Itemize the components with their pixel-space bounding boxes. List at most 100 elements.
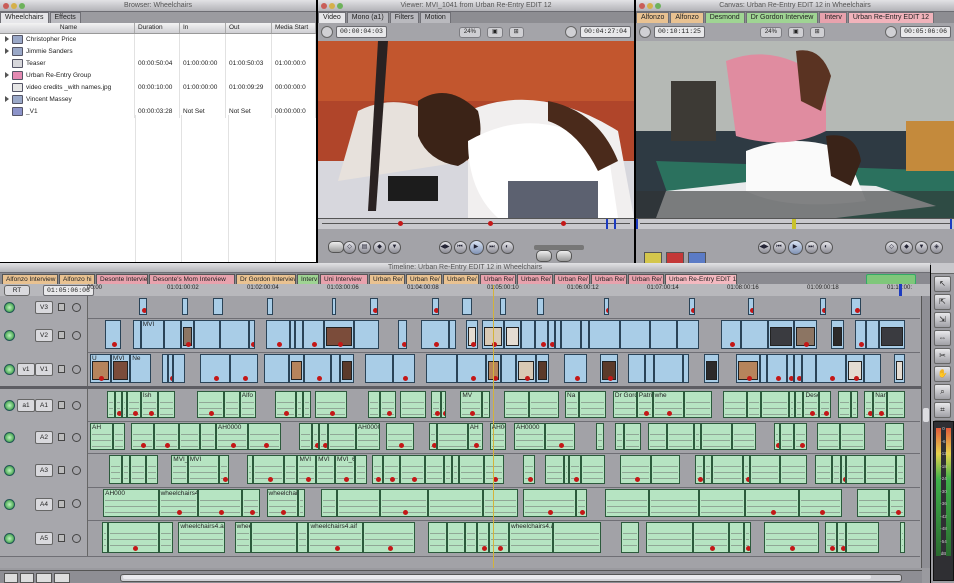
- lock-icon[interactable]: [58, 303, 65, 311]
- video-clip[interactable]: [547, 320, 556, 349]
- audio-clip[interactable]: [223, 391, 240, 418]
- tab-mono-a1[interactable]: Mono (a1): [346, 12, 389, 23]
- video-clip[interactable]: MVI: [140, 320, 164, 349]
- viewer-titlebar[interactable]: Viewer: MVI_1041 from Urban Re-Entry EDI…: [318, 0, 634, 12]
- linked-selection-toggle[interactable]: [866, 274, 916, 284]
- play-around-button[interactable]: ◐: [819, 240, 833, 254]
- browser-row[interactable]: Christopher Price: [0, 34, 316, 46]
- track-visibility-icon[interactable]: [4, 432, 15, 443]
- track-label[interactable]: A4: [35, 497, 53, 511]
- audio-clip[interactable]: MV: [460, 391, 483, 418]
- audio-clip[interactable]: whe: [652, 391, 685, 418]
- audio-clip[interactable]: Na: [565, 391, 580, 418]
- canvas-scrubber[interactable]: [636, 218, 954, 229]
- track-height-icon[interactable]: [4, 573, 18, 583]
- canvas-duration-timecode[interactable]: 00:10:11:25: [654, 26, 705, 38]
- play-in-out-button[interactable]: ◀▶: [438, 240, 452, 254]
- generators-button[interactable]: [556, 250, 572, 262]
- video-clip[interactable]: [365, 354, 394, 383]
- canvas-zoom-dropdown[interactable]: 24%: [759, 26, 782, 38]
- video-clip[interactable]: [219, 320, 250, 349]
- video-clip[interactable]: [767, 354, 787, 383]
- lock-icon[interactable]: [58, 331, 65, 339]
- video-clip[interactable]: [331, 354, 340, 383]
- prev-edit-button[interactable]: ⏮: [772, 240, 786, 254]
- audio-clip[interactable]: [745, 489, 799, 517]
- browser-row[interactable]: video credits _with names.jpg 00:00:10:00…: [0, 82, 316, 94]
- audio-clip[interactable]: [694, 455, 704, 484]
- sequence-tab[interactable]: Urban Re/: [591, 274, 627, 284]
- video-clip[interactable]: [537, 298, 544, 315]
- audio-clip[interactable]: [429, 423, 438, 450]
- window-controls[interactable]: [639, 2, 663, 11]
- audio-clip[interactable]: [274, 391, 296, 418]
- audio-clip[interactable]: AH: [90, 423, 113, 450]
- video-clip[interactable]: [535, 320, 548, 349]
- audio-clip[interactable]: [114, 391, 122, 418]
- track-label[interactable]: A2: [35, 431, 53, 444]
- audio-clip[interactable]: [430, 391, 441, 418]
- audio-clip[interactable]: [371, 455, 383, 484]
- audio-clip[interactable]: [447, 522, 466, 553]
- audio-clip[interactable]: [386, 423, 414, 450]
- audio-clip[interactable]: Patricia C: [636, 391, 653, 418]
- track-label[interactable]: V2: [35, 329, 53, 342]
- audio-clip[interactable]: [504, 391, 529, 418]
- tab-filters[interactable]: Filters: [389, 12, 419, 23]
- audio-clip[interactable]: [581, 455, 605, 484]
- audio-clip[interactable]: [596, 423, 604, 450]
- sequence-tab[interactable]: Alfonzo Interview: [2, 274, 58, 284]
- audio-clip[interactable]: [553, 522, 601, 553]
- play-around-button[interactable]: ◐: [500, 240, 514, 254]
- audio-clip[interactable]: wheelchairs4.aif: [178, 522, 226, 553]
- video-clip[interactable]: [793, 320, 818, 349]
- auto-select-icon[interactable]: [72, 400, 81, 410]
- audio-clip[interactable]: [667, 423, 694, 450]
- track-visibility-icon[interactable]: [4, 498, 15, 510]
- audio-clip[interactable]: [579, 391, 606, 418]
- audio-clip[interactable]: [884, 423, 904, 450]
- audio-clip[interactable]: [248, 423, 281, 450]
- video-clip[interactable]: [604, 298, 610, 315]
- track-visibility-icon[interactable]: [4, 400, 15, 411]
- audio-clip[interactable]: [623, 423, 641, 450]
- video-clip[interactable]: [704, 354, 720, 383]
- audio-clip[interactable]: [703, 455, 712, 484]
- window-controls[interactable]: [321, 2, 345, 11]
- audio-clip[interactable]: wheelchairs4.aif: [509, 522, 554, 553]
- audio-clip[interactable]: [779, 455, 807, 484]
- prev-edit-button[interactable]: ⏮: [453, 240, 467, 254]
- video-clip[interactable]: [265, 320, 291, 349]
- audio-clip[interactable]: AH0000: [215, 423, 249, 450]
- audio-clip[interactable]: [428, 522, 448, 553]
- audio-clip[interactable]: [107, 391, 115, 418]
- audio-clip[interactable]: [483, 489, 519, 517]
- track-label[interactable]: A5: [35, 532, 53, 545]
- video-clip[interactable]: [193, 320, 220, 349]
- viewer-video-frame[interactable]: [318, 41, 634, 218]
- viewer-overlay-dropdown[interactable]: ⊞: [508, 26, 524, 38]
- audio-clip[interactable]: [363, 522, 415, 553]
- audio-clip[interactable]: [620, 522, 639, 553]
- video-clip[interactable]: [581, 320, 590, 349]
- play-in-out-button[interactable]: ◀▶: [757, 240, 771, 254]
- audio-clip[interactable]: [648, 489, 699, 517]
- rt-menu-button[interactable]: RT: [4, 285, 30, 296]
- video-clip[interactable]: [855, 320, 866, 349]
- video-clip[interactable]: [466, 320, 478, 349]
- audio-clip[interactable]: [159, 522, 174, 553]
- audio-clip[interactable]: [831, 455, 841, 484]
- audio-clip[interactable]: [846, 522, 879, 553]
- audio-clip[interactable]: [108, 522, 160, 553]
- audio-clip[interactable]: AH: [467, 423, 483, 450]
- canvas-tab-active[interactable]: Urban Re-Entry EDIT 12: [847, 12, 934, 23]
- sequence-tab[interactable]: Urban Re/: [406, 274, 442, 284]
- video-clip[interactable]: [133, 320, 141, 349]
- canvas-view-dropdown[interactable]: ▣: [787, 26, 804, 38]
- video-clip[interactable]: [393, 354, 416, 383]
- disclosure-triangle-icon[interactable]: [5, 48, 9, 55]
- audio-clip[interactable]: [242, 489, 260, 517]
- sequence-tab[interactable]: Urban Re/: [369, 274, 405, 284]
- audio-clip[interactable]: [701, 423, 733, 450]
- video-clip[interactable]: [644, 354, 655, 383]
